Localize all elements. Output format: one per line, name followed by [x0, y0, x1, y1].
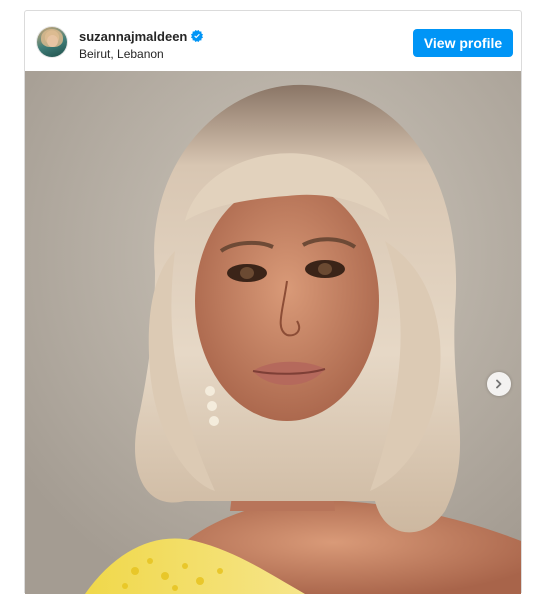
- post-header: suzannajmaldeen Beirut, Lebanon View pro…: [25, 11, 521, 71]
- chevron-right-icon: [496, 379, 502, 389]
- post-image[interactable]: [25, 71, 521, 594]
- location-link[interactable]: Beirut, Lebanon: [79, 47, 203, 61]
- portrait-photo: [25, 71, 521, 594]
- next-photo-button[interactable]: [487, 372, 511, 396]
- instagram-embed: suzannajmaldeen Beirut, Lebanon View pro…: [24, 10, 522, 594]
- user-info: suzannajmaldeen Beirut, Lebanon: [79, 27, 204, 61]
- username-row: suzannajmaldeen: [79, 27, 204, 45]
- avatar[interactable]: [37, 27, 67, 57]
- view-profile-button[interactable]: View profile: [413, 29, 513, 57]
- avatar-face: [47, 35, 58, 47]
- verified-badge-icon: [191, 30, 204, 42]
- username-link[interactable]: suzannajmaldeen: [79, 29, 187, 44]
